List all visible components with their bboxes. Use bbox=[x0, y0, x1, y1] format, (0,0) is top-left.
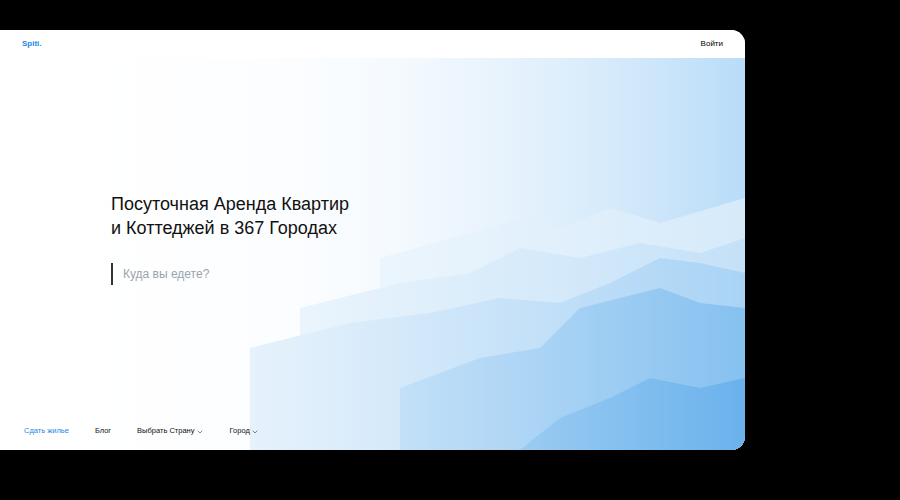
logo[interactable]: Spiti. bbox=[22, 38, 42, 50]
footer-link[interactable]: Выбрать Страну bbox=[137, 425, 203, 436]
top-bar: Spiti. Войти bbox=[0, 30, 745, 58]
search-input[interactable] bbox=[123, 265, 411, 283]
chevron-down-icon bbox=[251, 428, 259, 436]
chevron-down-icon bbox=[196, 428, 204, 436]
hero-title: Посуточная Аренда Квартири Коттеджей в 3… bbox=[111, 192, 745, 240]
search-field[interactable] bbox=[111, 263, 411, 285]
footer-link[interactable]: Сдать жилье bbox=[24, 425, 69, 436]
site-window: Spiti. Войти Посуточная Аренда Квартири Ко… bbox=[0, 30, 745, 450]
footer-link[interactable]: Город bbox=[230, 425, 259, 436]
login-link[interactable]: Войти bbox=[701, 38, 723, 50]
hero: Посуточная Аренда Квартири Коттеджей в 3… bbox=[0, 58, 745, 450]
page: Spiti. Войти Посуточная Аренда Квартири Ко… bbox=[0, 0, 900, 500]
footer-link[interactable]: Блог bbox=[95, 425, 111, 436]
mountains-picture bbox=[0, 58, 745, 450]
footer-nav: Сдать жилье Блог Выбрать Страну Город bbox=[0, 425, 745, 450]
